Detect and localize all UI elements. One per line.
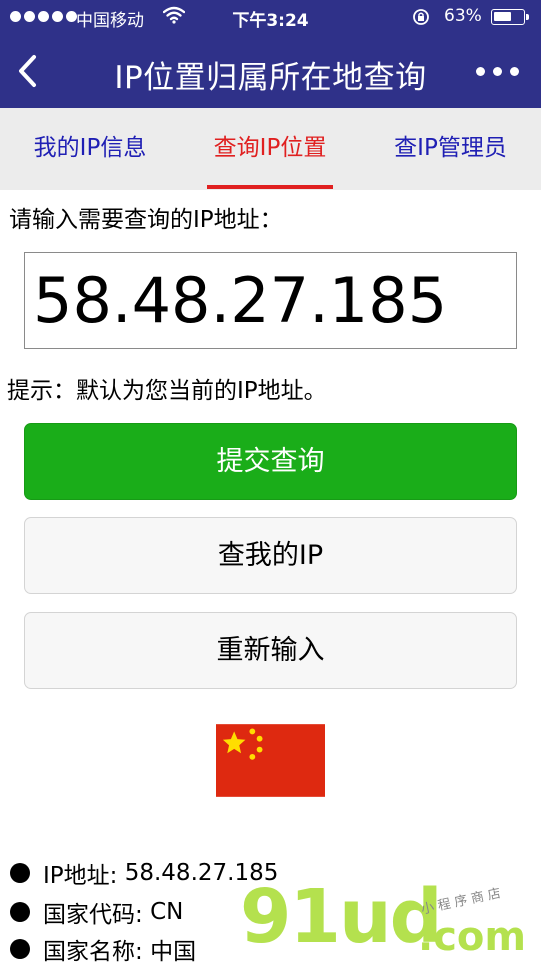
battery-percent: 63% (444, 6, 482, 26)
status-bar: 中国移动 下午3:24 63% (0, 0, 541, 34)
active-tab-indicator (207, 185, 333, 189)
rotation-lock-icon (413, 9, 429, 25)
result-label: 国家代码: (43, 902, 143, 928)
result-value: CN (150, 899, 184, 925)
submit-query-button[interactable]: 提交查询 (24, 423, 517, 500)
result-row-country-code: 国家代码: CN (10, 894, 183, 930)
watermark-logo: 91ud .com 小程序商店 (240, 880, 541, 960)
result-row-ip: IP地址: 58.48.27.185 (10, 855, 278, 891)
bullet-icon (10, 939, 30, 959)
watermark-tagline: 小程序商店 (419, 885, 507, 918)
china-flag-icon (216, 724, 325, 797)
watermark-domain: .com (418, 914, 527, 960)
result-label: IP地址: (43, 863, 118, 889)
battery-icon (491, 9, 529, 25)
top-bar: 中国移动 下午3:24 63% IP位置归属所在地查询 (0, 0, 541, 108)
watermark-logo-text: 91ud (240, 874, 443, 960)
ip-input-label: 请输入需要查询的IP地址： (9, 207, 283, 233)
result-value: 中国 (150, 939, 197, 965)
result-row-country-name: 国家名称: 中国 (10, 931, 196, 967)
hint-text: 提示：默认为您当前的IP地址。 (7, 378, 327, 404)
reset-input-button[interactable]: 重新输入 (24, 612, 517, 689)
tab-bar: 我的IP信息 查询IP位置 查IP管理员 (0, 108, 541, 190)
page-title: IP位置归属所在地查询 (114, 60, 427, 96)
result-value: 58.48.27.185 (124, 860, 279, 886)
ip-address-input[interactable] (24, 252, 517, 349)
check-my-ip-button[interactable]: 查我的IP (24, 517, 517, 594)
more-dots-icon[interactable] (476, 67, 519, 76)
bullet-icon (10, 902, 30, 922)
tab-my-ip-info[interactable]: 我的IP信息 (0, 108, 180, 190)
bullet-icon (10, 863, 30, 883)
result-label: 国家名称: (43, 939, 143, 965)
tab-ip-admin[interactable]: 查IP管理员 (360, 108, 541, 190)
tab-query-ip-location[interactable]: 查询IP位置 (180, 108, 360, 190)
navigation-bar: IP位置归属所在地查询 (0, 34, 541, 108)
